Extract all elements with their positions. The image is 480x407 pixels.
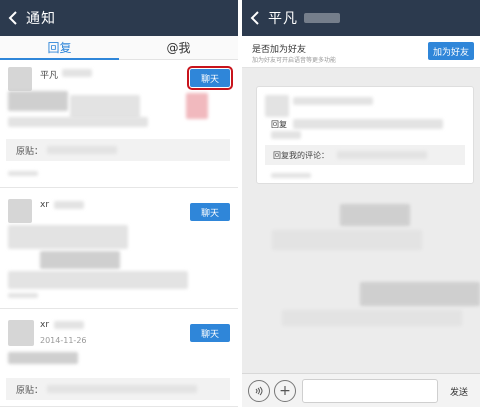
blurred-content	[8, 271, 188, 289]
blurred-text	[62, 69, 92, 77]
blurred-text	[47, 146, 118, 154]
list-item[interactable]: xr 聊天	[0, 189, 238, 309]
message-input[interactable]	[302, 379, 438, 403]
blurred-text	[47, 385, 198, 393]
blurred-content	[272, 230, 422, 250]
original-post-label: 原贴：	[16, 146, 44, 157]
chat-button[interactable]: 聊天	[190, 203, 230, 221]
list-item[interactable]: 平凡 聊天 原贴：	[0, 61, 238, 188]
reply-prefix: 回复	[271, 120, 287, 129]
message-card[interactable]: 回复 回复我的评论：	[256, 86, 474, 184]
post-date: 2014-11-26	[40, 336, 87, 345]
add-friend-title: 是否加为好友	[252, 45, 307, 55]
blurred-content	[360, 282, 480, 306]
tab-mention[interactable]: @我	[119, 36, 238, 59]
add-friend-button[interactable]: 加为好友	[428, 42, 474, 60]
blurred-time	[271, 173, 311, 178]
tab-reply[interactable]: 回复	[0, 36, 119, 60]
original-post[interactable]: 原贴：	[6, 139, 230, 161]
blurred-text	[271, 131, 301, 139]
blurred-avatar	[265, 95, 289, 117]
chat-title: 平凡	[268, 11, 298, 27]
chat-button[interactable]: 聊天	[187, 66, 233, 90]
username: xr	[40, 320, 50, 330]
notifications-panel: 通知 回复 @我 平凡 聊天 原贴： xr 聊天 xr 聊天 2014-11-2…	[0, 0, 238, 407]
blurred-content	[8, 91, 68, 111]
blurred-content	[8, 352, 78, 364]
blurred-content	[8, 225, 128, 249]
back-arrow-icon[interactable]	[0, 0, 26, 36]
list-item[interactable]: xr 聊天 2014-11-26 原贴：	[0, 310, 238, 407]
blurred-content	[70, 95, 140, 119]
avatar	[8, 67, 32, 91]
chat-panel: 平凡 是否加为好友 加为好友可开启语音等更多功能 加为好友 回复 回复我的评论：…	[242, 0, 480, 407]
chat-button[interactable]: 聊天	[190, 324, 230, 342]
voice-icon[interactable]	[248, 380, 270, 402]
top-bar: 通知	[0, 0, 238, 36]
blurred-time	[8, 293, 38, 298]
blurred-content	[340, 204, 410, 226]
blurred-text	[293, 97, 373, 105]
blurred-text	[54, 201, 84, 209]
blurred-text	[54, 321, 84, 329]
top-bar: 平凡	[242, 0, 480, 36]
avatar	[8, 199, 32, 223]
blurred-content	[40, 251, 120, 269]
blurred-content	[8, 117, 148, 127]
blurred-content	[282, 310, 462, 326]
username: xr	[40, 200, 50, 210]
blurred-time	[8, 171, 38, 176]
username: 平凡	[40, 71, 59, 81]
original-post[interactable]: 原贴：	[6, 378, 230, 400]
page-title: 通知	[26, 11, 56, 27]
blurred-text	[337, 151, 427, 159]
quoted-comment-label: 回复我的评论：	[273, 150, 329, 160]
original-post-label: 原贴：	[16, 385, 44, 396]
tab-bar: 回复 @我	[0, 36, 238, 60]
avatar	[8, 320, 34, 346]
back-arrow-icon[interactable]	[242, 0, 268, 36]
blurred-image	[186, 93, 208, 119]
plus-icon[interactable]: +	[274, 380, 296, 402]
blurred-text	[293, 119, 443, 129]
quoted-comment: 回复我的评论：	[265, 145, 465, 165]
send-button[interactable]: 发送	[442, 379, 476, 403]
input-bar: + 发送	[242, 373, 480, 407]
blurred-username	[304, 13, 340, 23]
add-friend-banner: 是否加为好友 加为好友可开启语音等更多功能 加为好友	[242, 36, 480, 68]
add-friend-subtitle: 加为好友可开启语音等更多功能	[252, 57, 337, 64]
